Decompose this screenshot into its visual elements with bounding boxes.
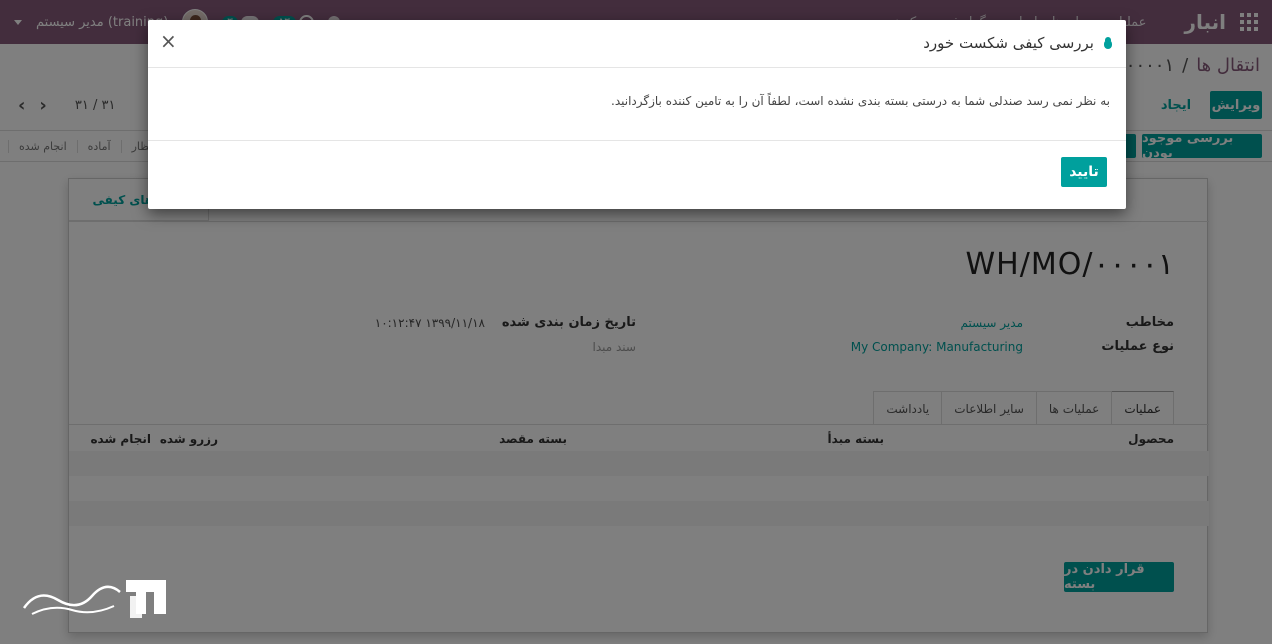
quality-check-failed-dialog: بررسی کیفی شکست خورد × به نظر نمی رسد صن… xyxy=(148,20,1126,209)
modal-header: بررسی کیفی شکست خورد × xyxy=(148,20,1126,68)
watermark-logo xyxy=(22,580,166,618)
modal-title: بررسی کیفی شکست خورد xyxy=(923,34,1094,52)
modal-message: به نظر نمی رسد صندلی شما به درستی بسته ب… xyxy=(611,94,1110,108)
bug-icon xyxy=(1102,36,1114,50)
modal-footer: تایید xyxy=(148,140,1126,209)
close-icon[interactable]: × xyxy=(160,29,177,53)
confirm-button[interactable]: تایید xyxy=(1061,157,1107,187)
modal-title-wrap: بررسی کیفی شکست خورد xyxy=(923,34,1114,52)
